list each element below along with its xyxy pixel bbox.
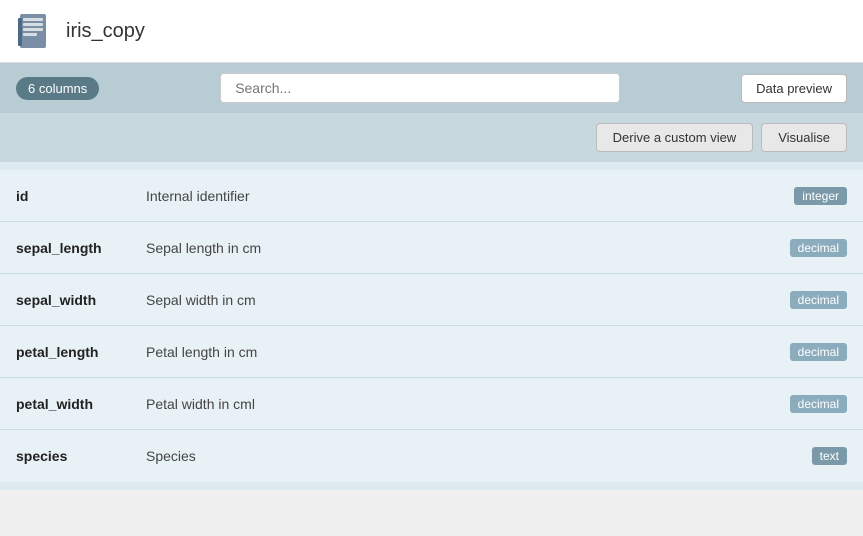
field-name: sepal_width — [16, 292, 146, 308]
type-badge: decimal — [790, 291, 847, 309]
type-badge: decimal — [790, 239, 847, 257]
field-description: Sepal length in cm — [146, 240, 261, 256]
field-name: id — [16, 188, 146, 204]
visualise-button[interactable]: Visualise — [761, 123, 847, 152]
dataset-icon — [16, 12, 54, 50]
field-name: petal_length — [16, 344, 146, 360]
search-container — [111, 73, 729, 103]
field-description: Species — [146, 448, 196, 464]
table-row: idInternal identifier integer — [0, 170, 863, 222]
field-name: species — [16, 448, 146, 464]
page-title: iris_copy — [66, 20, 145, 43]
search-input[interactable] — [220, 73, 620, 103]
table-row: petal_lengthPetal length in cm decimal — [0, 326, 863, 378]
type-badge: integer — [794, 187, 847, 205]
type-badge: decimal — [790, 395, 847, 413]
page-header: iris_copy — [0, 0, 863, 63]
field-name: sepal_length — [16, 240, 146, 256]
action-toolbar: Derive a custom view Visualise — [0, 113, 863, 162]
field-name: petal_width — [16, 396, 146, 412]
field-description: Sepal width in cm — [146, 292, 256, 308]
data-preview-button[interactable]: Data preview — [741, 74, 847, 103]
table-row: sepal_widthSepal width in cm decimal — [0, 274, 863, 326]
derive-custom-view-button[interactable]: Derive a custom view — [596, 123, 754, 152]
fields-list: idInternal identifier integer sepal_length… — [0, 162, 863, 490]
field-description: Internal identifier — [146, 188, 250, 204]
table-row: petal_widthPetal width in cml decimal — [0, 378, 863, 430]
field-description: Petal width in cml — [146, 396, 255, 412]
table-row: sepal_lengthSepal length in cm decimal — [0, 222, 863, 274]
field-description: Petal length in cm — [146, 344, 257, 360]
columns-badge: 6 columns — [16, 77, 99, 100]
type-badge: decimal — [790, 343, 847, 361]
toolbar: 6 columns Data preview — [0, 63, 863, 113]
type-badge: text — [812, 447, 847, 465]
table-row: speciesSpecies text — [0, 430, 863, 482]
